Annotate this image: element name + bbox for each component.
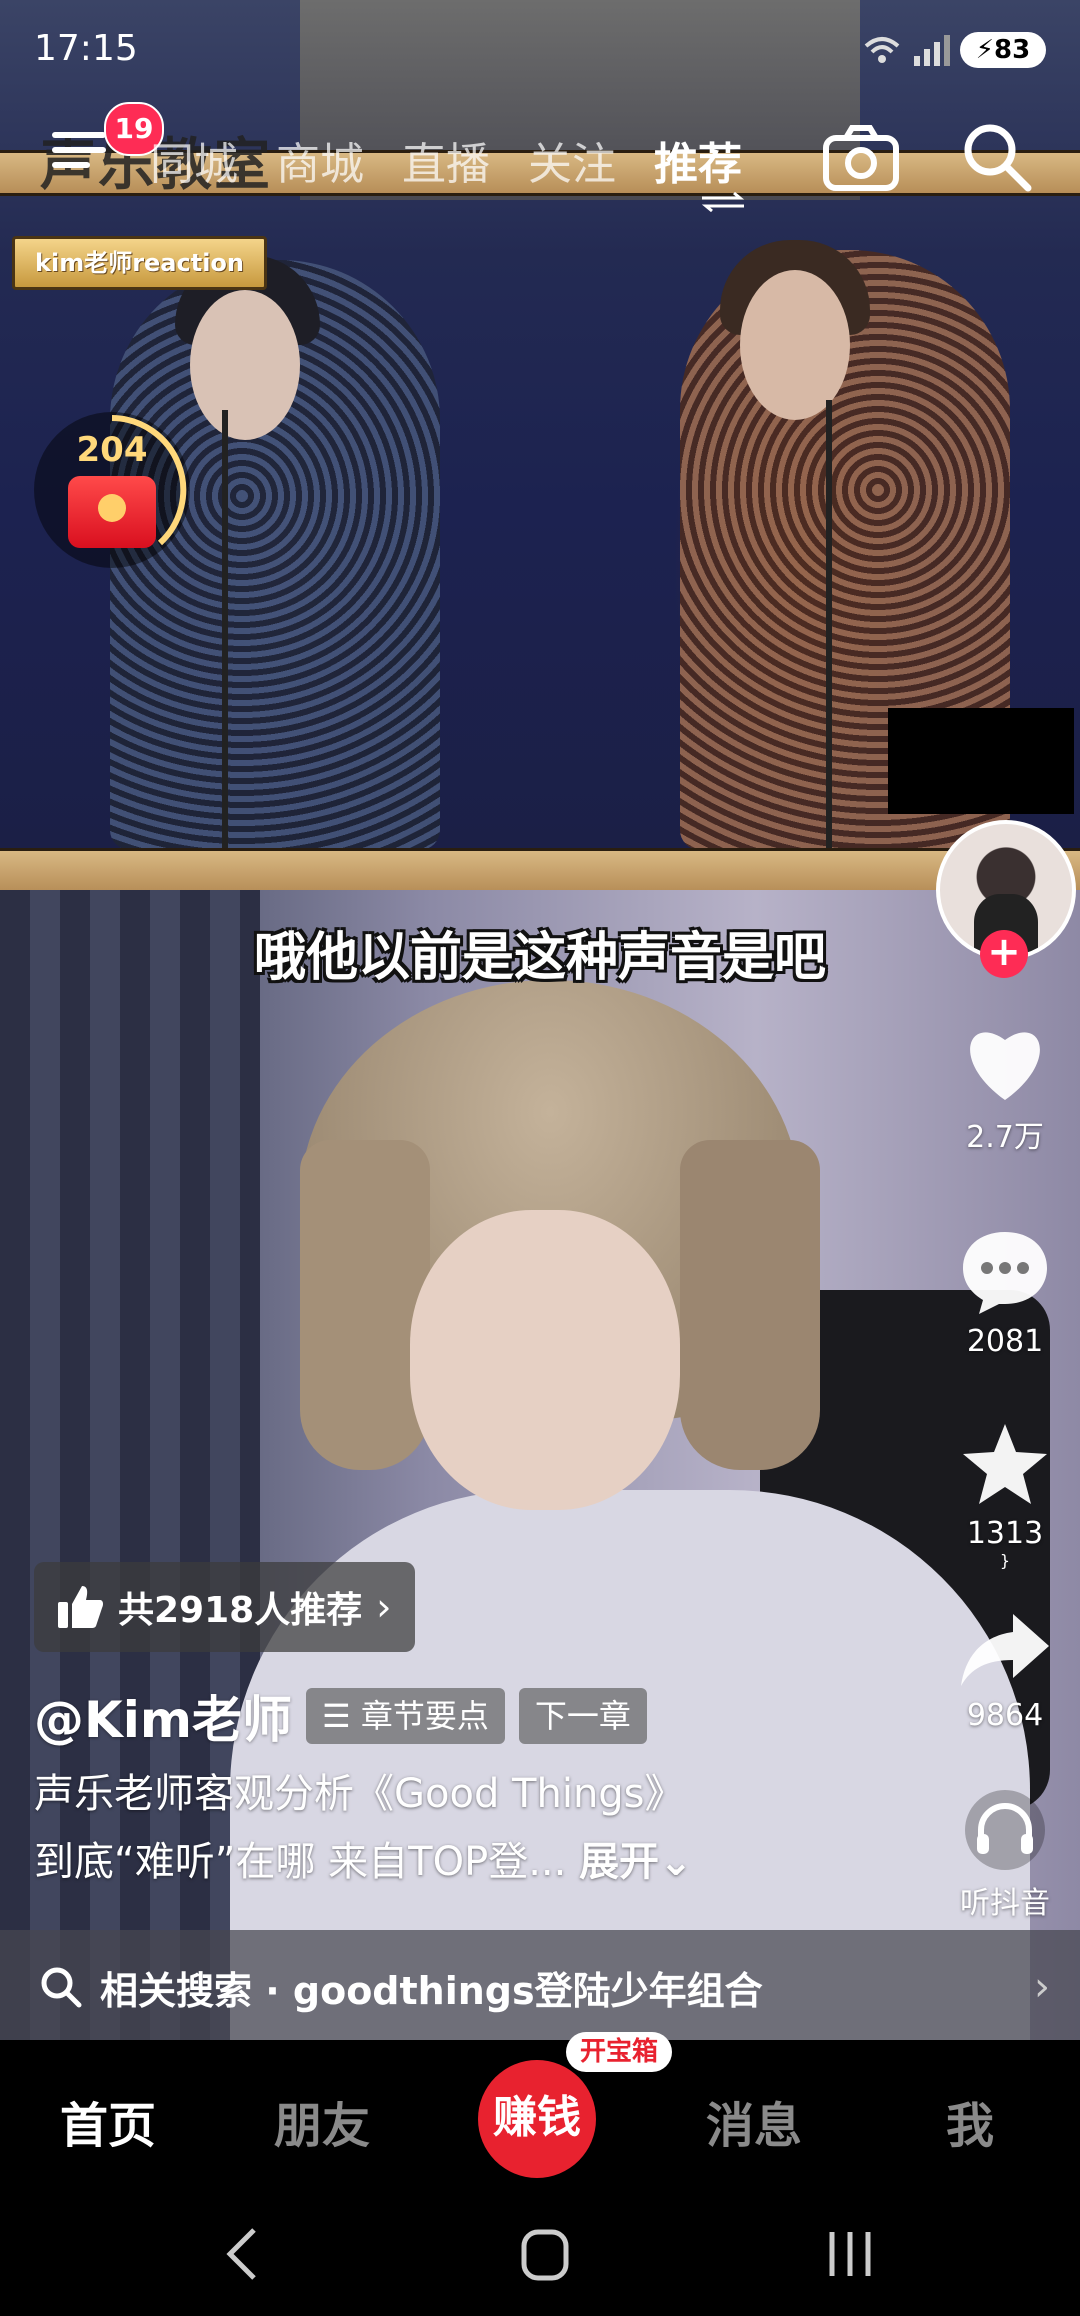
listen-label: 听抖音 [960, 1886, 1050, 1921]
next-chapter-chip[interactable]: 下一章 [518, 1688, 647, 1744]
redaction-box [888, 708, 1074, 814]
back-icon[interactable] [222, 2224, 262, 2284]
tab-local[interactable]: 同城 [150, 128, 238, 192]
heart-icon [970, 1032, 1040, 1100]
system-nav-bar [0, 2190, 1080, 2316]
follow-button[interactable]: + [980, 930, 1028, 978]
recents-icon[interactable] [826, 2228, 874, 2280]
share-count: 9864 [966, 1698, 1044, 1733]
status-time: 17:15 [34, 28, 138, 69]
share-button[interactable]: 9864 [930, 1610, 1080, 1733]
chapters-chip[interactable]: ☰ 章节要点 [305, 1688, 505, 1744]
mic-stand [826, 400, 832, 850]
comment-button[interactable]: 2081 [930, 1228, 1080, 1359]
charging-icon: ⚡ [975, 35, 995, 65]
description-line-2: 到底“难听”在哪 来自TOP登... [34, 1839, 567, 1885]
camera-icon[interactable] [822, 122, 900, 192]
nav-friends[interactable]: 朋友 [274, 2086, 370, 2156]
listen-button[interactable]: 听抖音 [930, 1790, 1080, 1922]
recommend-pill[interactable]: 共2918人推荐 › [34, 1562, 416, 1652]
refresh-arrows-icon [701, 192, 745, 212]
like-button[interactable]: 2.7万 [930, 1020, 1080, 1156]
frame-bar [0, 848, 1080, 894]
wifi-signal-icon [864, 35, 950, 66]
chevron-right-icon: › [1034, 1964, 1050, 2010]
nav-tabs: 同城 商城 直播 关注 推荐 [150, 128, 742, 192]
search-icon[interactable] [960, 120, 1034, 194]
comment-count: 2081 [966, 1324, 1044, 1359]
top-nav: 19 同城 商城 直播 关注 推荐 [0, 102, 1080, 212]
chevron-down-icon: ⌄ [659, 1839, 693, 1885]
video-tag-label: kim老师reaction [12, 236, 268, 290]
mic-stand [222, 410, 228, 850]
tab-recommend[interactable]: 推荐 [654, 128, 742, 192]
treasure-box-badge[interactable]: 开宝箱 [566, 2032, 673, 2072]
favorite-button[interactable]: 1313 } [930, 1420, 1080, 1570]
signal-icon [862, 32, 952, 73]
favorite-count: 1313 [966, 1516, 1044, 1551]
thumbs-up-icon [58, 1586, 104, 1628]
list-icon: ☰ [321, 1697, 361, 1735]
chevron-right-icon: › [376, 1585, 392, 1629]
nav-messages[interactable]: 消息 [706, 2086, 802, 2156]
share-arrow-icon [961, 1614, 1049, 1686]
status-bar: 17:15 ⚡83 [0, 0, 1080, 100]
nav-home[interactable]: 首页 [60, 2086, 156, 2156]
menu-icon[interactable] [52, 132, 106, 180]
tab-live[interactable]: 直播 [402, 128, 490, 192]
red-packet-widget[interactable]: 204 [34, 412, 190, 568]
related-search-text: 相关搜索 · goodthings登陆少年组合 [100, 1969, 763, 2013]
nav-me[interactable]: 我 [946, 2086, 994, 2156]
author-row: @Kim老师 ☰ 章节要点 下一章 [34, 1680, 647, 1752]
battery-indicator: ⚡83 [960, 32, 1046, 68]
person-face [410, 1210, 680, 1510]
headphones-icon [965, 1790, 1045, 1870]
tab-following[interactable]: 关注 [528, 128, 616, 192]
like-count: 2.7万 [966, 1120, 1044, 1155]
author-name[interactable]: @Kim老师 [34, 1680, 292, 1752]
earn-button[interactable]: 赚钱 [478, 2060, 596, 2178]
video-description: 声乐老师客观分析《Good Things》 到底“难听”在哪 来自TOP登...… [34, 1760, 914, 1896]
tab-mall[interactable]: 商城 [276, 128, 364, 192]
search-icon [41, 1967, 82, 2008]
star-icon [963, 1424, 1047, 1504]
red-packet-count: 204 [76, 430, 148, 470]
comment-icon [963, 1232, 1047, 1314]
home-icon[interactable] [520, 2228, 570, 2282]
recommend-text: 共2918人推荐 [118, 1590, 363, 1631]
bottom-nav: 首页 朋友 赚钱 开宝箱 消息 我 [0, 2032, 1080, 2190]
related-search-bar[interactable]: 相关搜索 · goodthings登陆少年组合 › [0, 1930, 1080, 2046]
video-subtitle: 哦他以前是这种声音是吧 [253, 928, 826, 988]
expand-button[interactable]: 展开⌄ [579, 1839, 693, 1885]
description-line-1: 声乐老师客观分析《Good Things》 [34, 1771, 685, 1817]
red-envelope-icon [68, 476, 156, 548]
screen: 声乐教室 kim老师reaction 哦他以前是这种声音是吧 17:15 ⚡83… [0, 0, 1080, 2316]
